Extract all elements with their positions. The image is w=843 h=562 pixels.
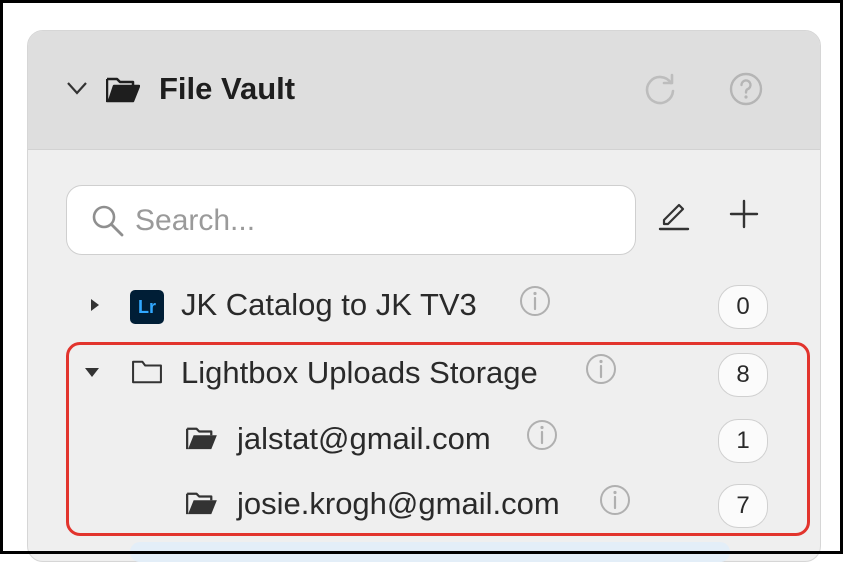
pencil-icon[interactable] bbox=[656, 196, 692, 232]
panel-header: File Vault bbox=[28, 31, 820, 150]
chevron-down-icon[interactable] bbox=[66, 79, 88, 97]
lightroom-icon: Lr bbox=[130, 290, 164, 324]
tree-item-jk-catalog[interactable]: Lr JK Catalog to JK TV3 0 bbox=[28, 275, 820, 335]
folder-open-icon bbox=[106, 77, 140, 103]
highlight-box bbox=[66, 342, 810, 536]
help-icon[interactable] bbox=[728, 71, 764, 107]
next-item-partial bbox=[130, 542, 730, 562]
caret-right-icon[interactable] bbox=[88, 297, 102, 313]
panel-title: File Vault bbox=[159, 71, 296, 106]
count-badge: 0 bbox=[718, 285, 768, 329]
search-icon bbox=[92, 205, 124, 237]
info-icon[interactable] bbox=[518, 284, 552, 318]
refresh-icon[interactable] bbox=[642, 71, 678, 107]
search-box[interactable] bbox=[66, 185, 636, 255]
plus-icon[interactable] bbox=[726, 196, 762, 232]
tree-item-label: JK Catalog to JK TV3 bbox=[181, 287, 477, 322]
search-input[interactable] bbox=[133, 198, 617, 244]
